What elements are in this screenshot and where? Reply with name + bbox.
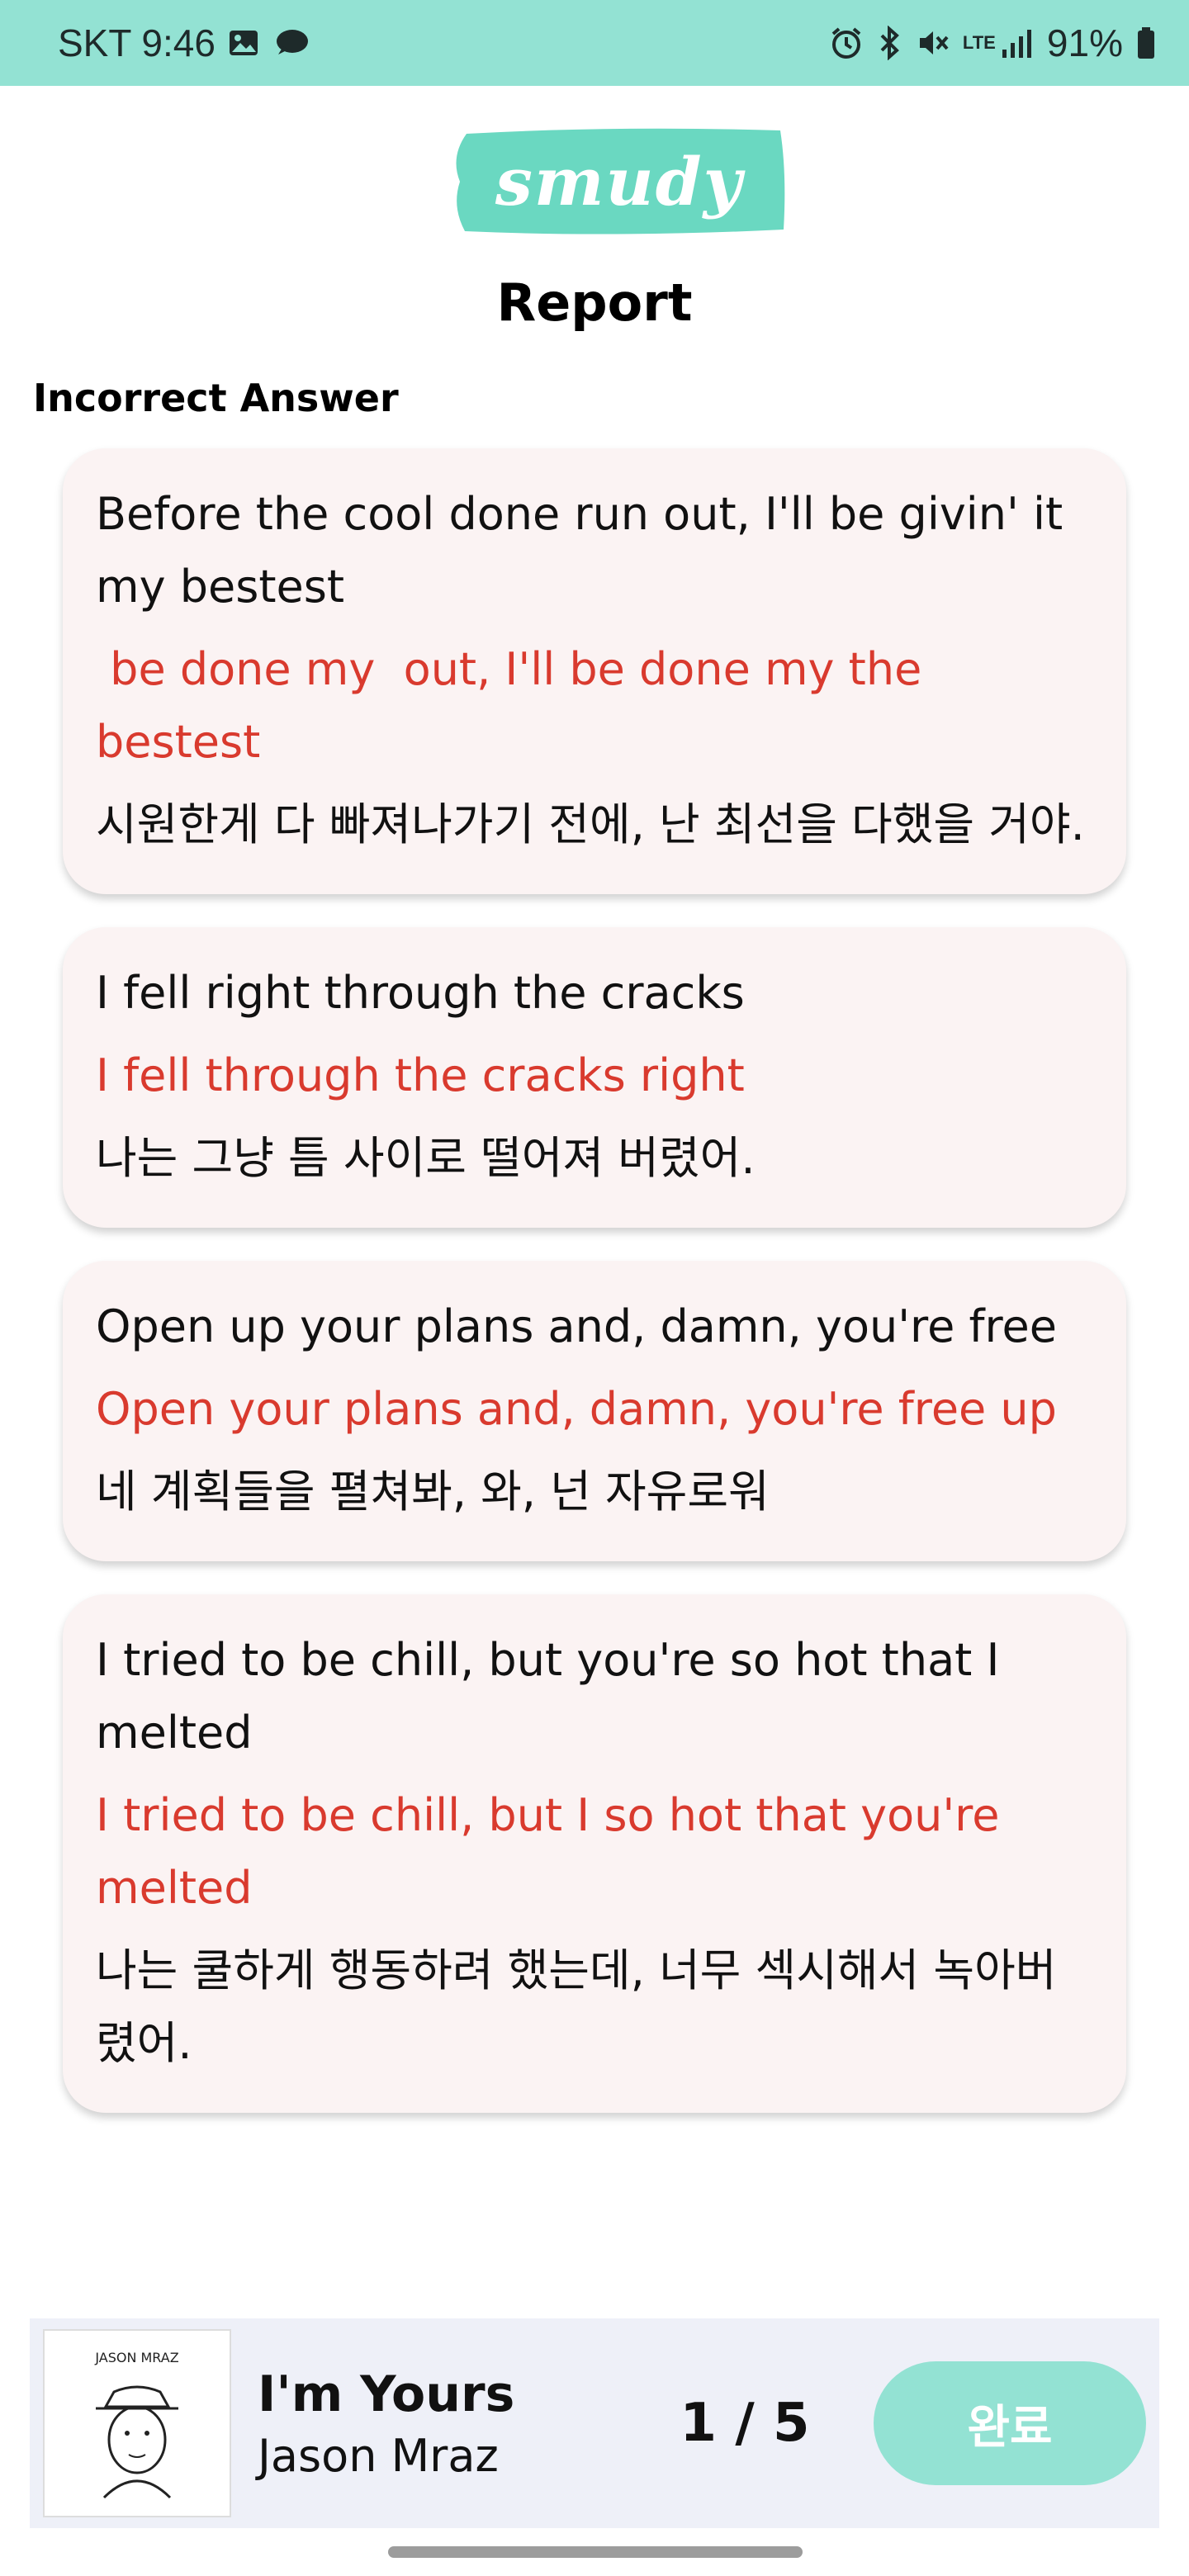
song-artist: Jason Mraz — [258, 2429, 499, 2482]
answer-card: I fell right through the cracks I fell t… — [63, 927, 1126, 1228]
section-title: Incorrect Answer — [33, 376, 399, 420]
status-left: SKT 9:46 — [58, 21, 310, 65]
user-answer: I fell through the cracks right — [96, 1049, 745, 1101]
chat-bubble-icon — [272, 26, 310, 59]
battery-icon — [1136, 26, 1156, 60]
done-button[interactable]: 완료 — [874, 2361, 1146, 2485]
battery-percent: 91% — [1046, 21, 1123, 64]
song-info: I'm Yours Jason Mraz — [258, 2365, 604, 2482]
progress-counter: 1 / 5 — [680, 2393, 810, 2454]
network-type: LTE — [962, 32, 996, 53]
original-lyric: I fell right through the cracks — [96, 967, 745, 1019]
answer-card: Open up your plans and, damn, you're fre… — [63, 1261, 1126, 1561]
original-lyric: I tried to be chill, but you're so hot t… — [96, 1634, 1000, 1759]
app-logo: smudy — [450, 124, 789, 239]
translation: 나는 쿨하게 행동하려 했는데, 너무 섹시해서 녹아버렸어. — [96, 1944, 1057, 2069]
answer-card: I tried to be chill, but you're so hot t… — [63, 1594, 1126, 2113]
bluetooth-icon — [877, 26, 902, 60]
translation: 네 계획들을 펼쳐봐, 와, 넌 자유로워 — [96, 1466, 770, 1518]
now-playing-bar: JASON MRAZ I'm Yours Jason Mraz 1 / 5 완료 — [30, 2318, 1159, 2528]
user-answer: I tried to be chill, but I so hot that y… — [96, 1789, 1000, 1914]
signal-icon — [1001, 26, 1034, 59]
original-lyric: Open up your plans and, damn, you're fre… — [96, 1300, 1057, 1352]
alarm-icon — [829, 26, 864, 60]
answer-card: Before the cool done run out, I'll be gi… — [63, 448, 1126, 894]
album-art: JASON MRAZ — [43, 2329, 231, 2517]
translation: 나는 그냥 틈 사이로 떨어져 버렸어. — [96, 1132, 756, 1184]
status-right: LTE 91% — [829, 21, 1156, 65]
incorrect-answer-list: Before the cool done run out, I'll be gi… — [63, 448, 1126, 2146]
original-lyric: Before the cool done run out, I'll be gi… — [96, 488, 1063, 613]
home-indicator[interactable] — [388, 2546, 803, 2558]
mute-icon — [915, 26, 950, 60]
gallery-icon — [227, 26, 260, 59]
page-title: Report — [496, 272, 693, 333]
user-answer: be done my out, I'll be done my the best… — [96, 643, 936, 768]
user-answer: Open your plans and, damn, you're free u… — [96, 1383, 1057, 1435]
carrier-time: SKT 9:46 — [58, 21, 216, 64]
song-title: I'm Yours — [258, 2365, 515, 2423]
translation: 시원한게 다 빠져나가기 전에, 난 최선을 다했을 거야. — [96, 798, 1085, 850]
album-art-label: JASON MRAZ — [94, 2350, 178, 2365]
logo-text: smudy — [495, 143, 744, 220]
status-bar: SKT 9:46 LTE 91% — [0, 0, 1189, 86]
